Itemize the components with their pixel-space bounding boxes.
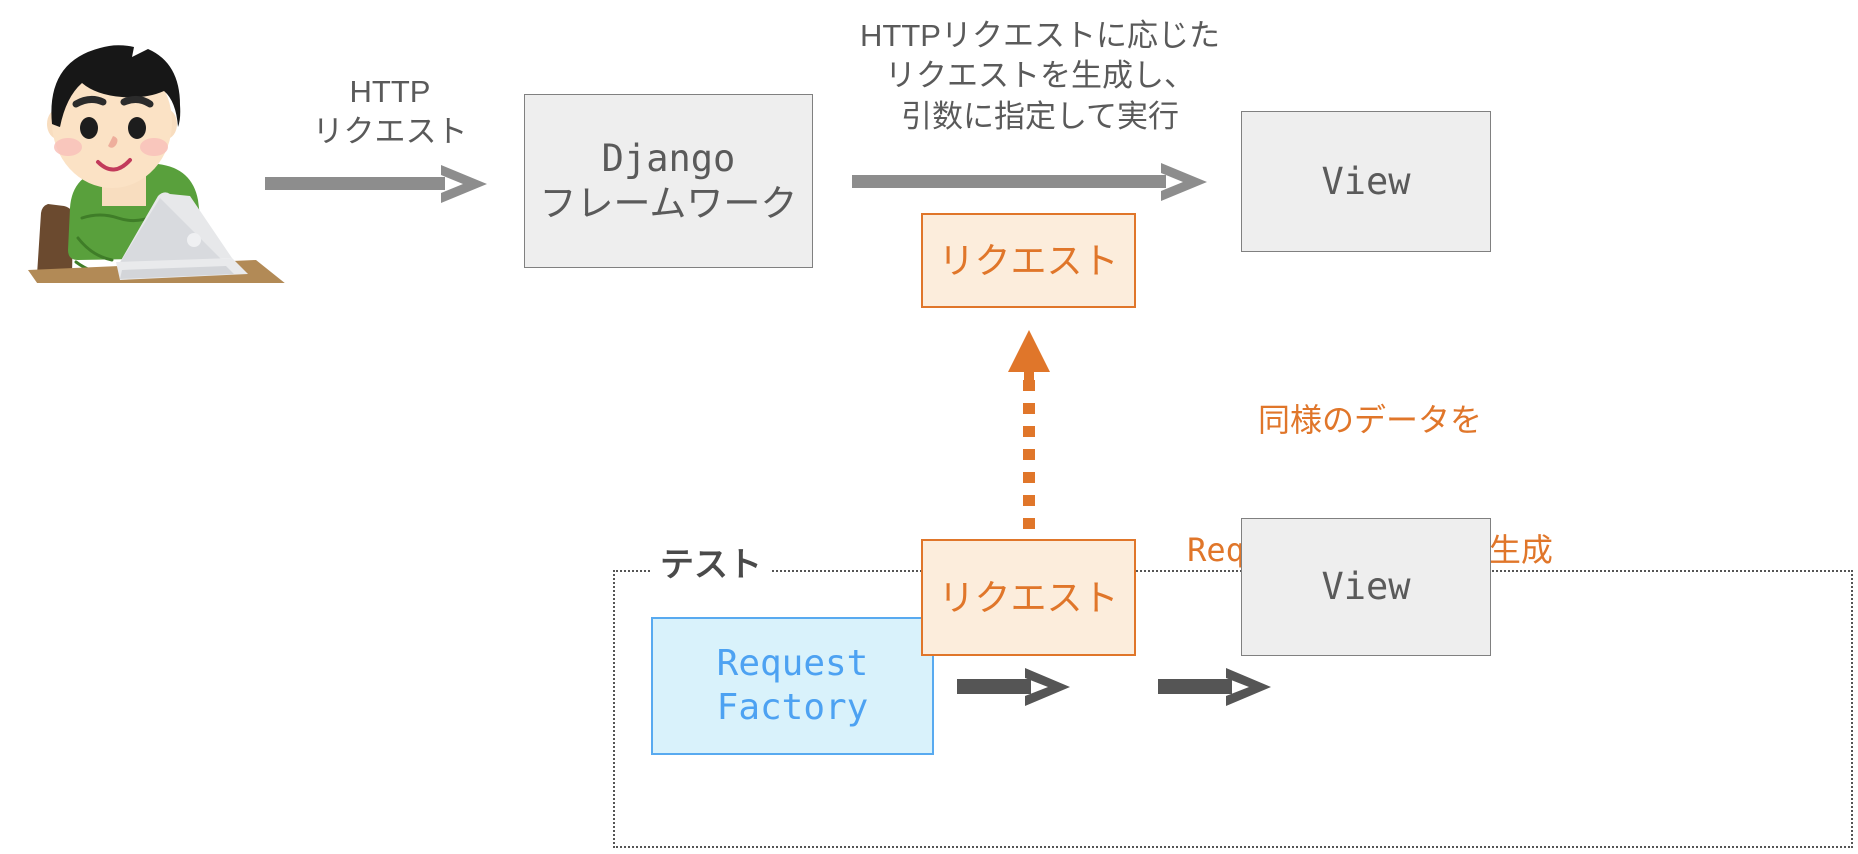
django-box-line2: フレームワーク — [539, 182, 798, 225]
same-data-line1: 同様のデータを — [1257, 401, 1482, 438]
arrow-right-icon — [852, 161, 1210, 203]
http-request-label: HTTP リクエスト — [312, 74, 468, 150]
request-box-bottom: リクエスト — [921, 539, 1136, 656]
http-request-generate-label: HTTPリクエストに応じた リクエストを生成し、 引数に指定して実行 — [860, 18, 1220, 134]
request-box-bottom-label: リクエスト — [938, 576, 1119, 618]
arrow-right-icon — [265, 163, 490, 205]
request-factory-line1: Request — [716, 643, 869, 685]
view-box-top: View — [1241, 111, 1491, 252]
request-factory-line2: Factory — [716, 687, 869, 728]
test-frame-label: テスト — [652, 548, 770, 582]
view-box-bottom: View — [1241, 518, 1491, 656]
request-box-top: リクエスト — [921, 213, 1136, 308]
view-box-bottom-label: View — [1321, 565, 1411, 609]
person-laptop-illustration — [18, 18, 296, 324]
request-factory-box: Request Factory — [651, 617, 934, 755]
diagram-canvas: HTTP リクエスト Django フレームワーク HTTPリクエストに応じた … — [0, 0, 1858, 854]
arrow-right-icon — [1158, 665, 1273, 709]
django-box-line1: Django — [601, 136, 736, 180]
django-framework-box: Django フレームワーク — [524, 94, 813, 268]
arrow-up-dotted-icon — [1004, 328, 1054, 536]
view-box-top-label: View — [1321, 159, 1411, 203]
request-box-top-label: リクエスト — [938, 239, 1119, 281]
arrow-right-icon — [957, 665, 1072, 709]
